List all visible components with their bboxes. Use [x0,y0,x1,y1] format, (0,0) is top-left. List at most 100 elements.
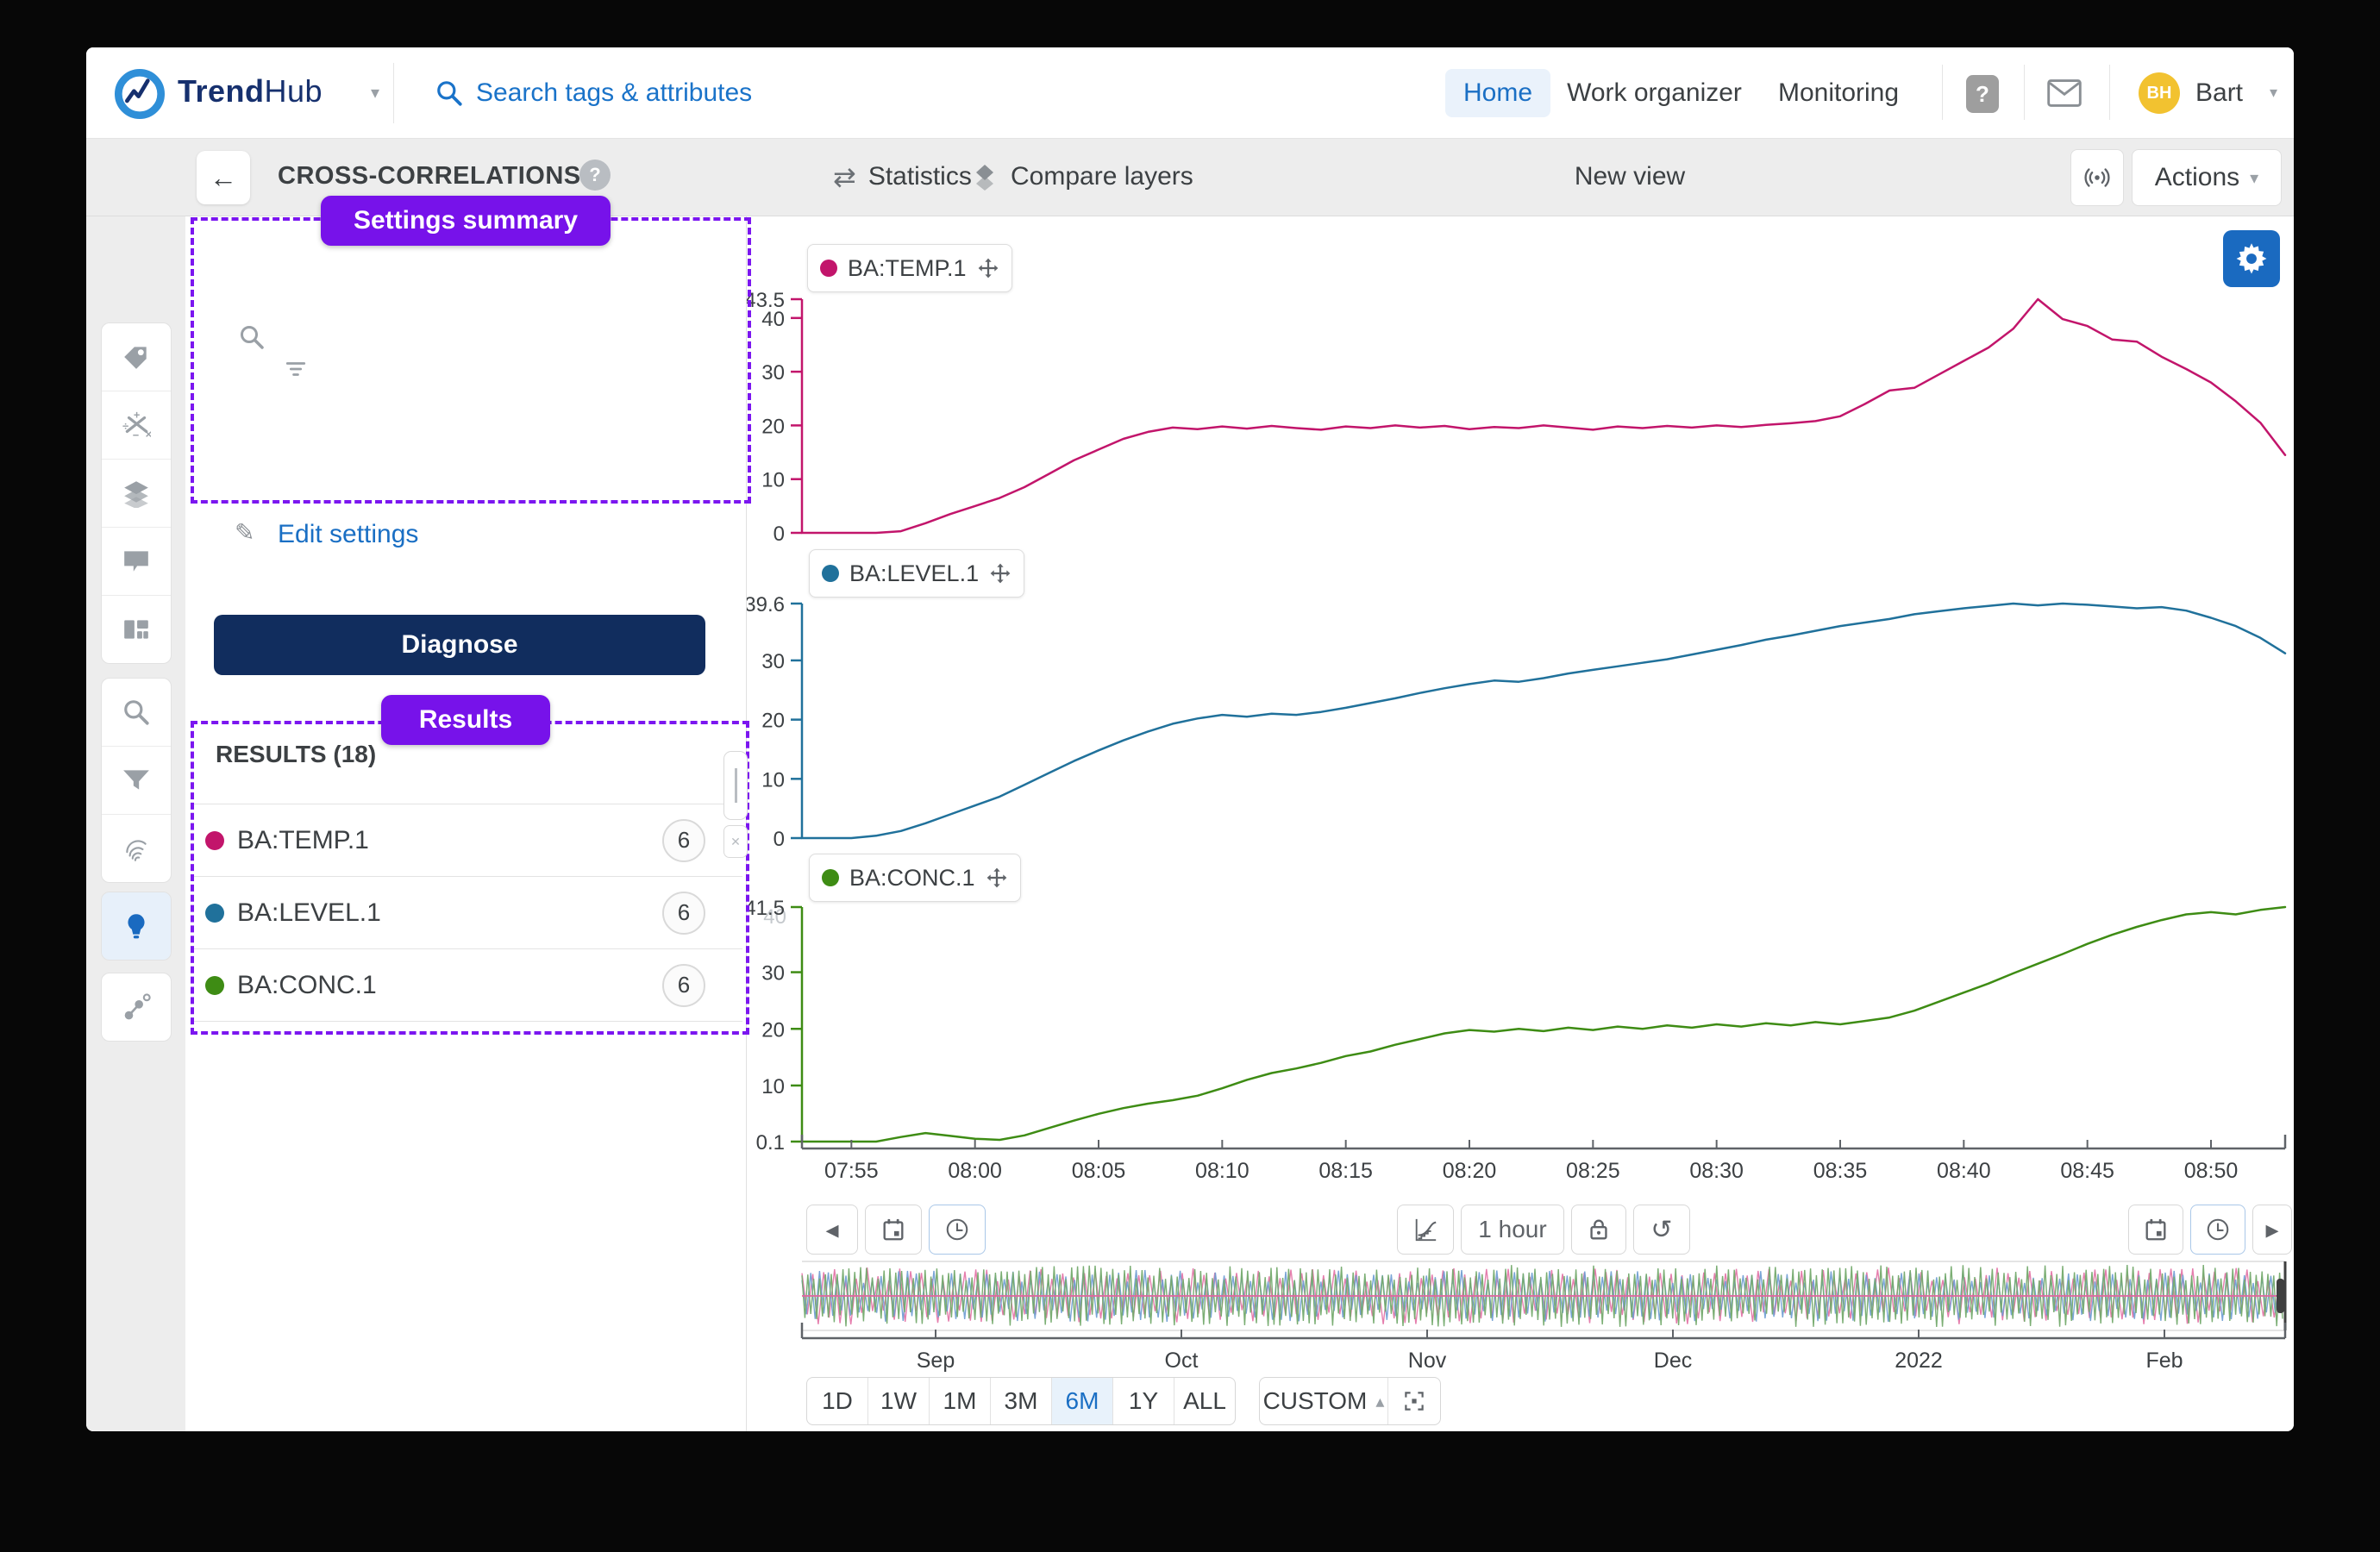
navbar-divider [2109,65,2110,120]
edit-settings-link[interactable]: Edit settings [278,520,418,549]
navbar-divider [2024,65,2025,120]
move-icon[interactable] [986,867,1008,889]
range-preset-3m[interactable]: 3M [990,1378,1051,1424]
sidebar-tool-math-operators[interactable]: +÷×− [102,391,171,459]
tag-chip-conc[interactable]: BA:CONC.1 [809,854,1021,902]
chart-settings-button[interactable] [2223,230,2280,287]
lock-range-button[interactable] [1571,1205,1626,1255]
svg-text:41.5: 41.5 [747,897,785,920]
user-name[interactable]: Bart [2195,78,2243,108]
fit-view-button[interactable] [1387,1378,1440,1424]
actions-dropdown[interactable]: Actions ▾ [2132,149,2282,206]
sidebar-tool-comment[interactable] [102,527,171,595]
panel-help-icon[interactable]: ? [579,160,611,191]
step-back-button[interactable]: ◂ [806,1205,858,1255]
svg-text:Oct: Oct [1165,1349,1199,1373]
mail-icon[interactable] [2045,78,2083,108]
svg-text:20: 20 [761,415,785,438]
calendar-end-button[interactable] [2128,1205,2183,1255]
history-button[interactable]: ↺ [1633,1205,1690,1255]
result-tag-name: BA:LEVEL.1 [237,898,381,928]
nav-tab-work-organizer[interactable]: Work organizer [1566,69,1743,117]
svg-text:08:15: 08:15 [1318,1159,1373,1183]
swap-arrows-icon: ⇄ [833,160,856,193]
time-end-button[interactable] [2190,1205,2245,1255]
result-row[interactable]: BA:CONC.16 [191,948,742,1021]
range-preset-1w[interactable]: 1W [867,1378,929,1424]
svg-text:20: 20 [761,710,785,733]
chevron-right-icon: ▸ [2265,1215,2278,1245]
graph-nodes-icon [122,992,151,1022]
history-icon: ↺ [1650,1215,1672,1245]
context-selection-handle[interactable] [2277,1279,2284,1313]
range-preset-1d[interactable]: 1D [807,1378,867,1424]
svg-text:39.6: 39.6 [747,593,785,616]
global-search-input[interactable]: Search tags & attributes [476,78,752,108]
diagnose-button[interactable]: Diagnose [214,615,705,675]
layers-diamond-icon [971,163,999,191]
dashboard-icon [122,615,151,644]
series-color-dot [822,869,839,886]
sidebar-tool-graph-nodes[interactable] [102,973,171,1041]
clock-icon [944,1217,970,1242]
workspace-caret-icon[interactable]: ▾ [371,82,379,103]
results-header: RESULTS (18) [216,741,376,768]
svg-text:30: 30 [761,962,785,986]
svg-text:20: 20 [761,1018,785,1042]
time-range-presets: 1D1W1M3M6M1YALL [806,1377,1236,1425]
chevron-left-icon: ◂ [825,1215,838,1245]
series-color-dot [820,260,837,277]
result-row[interactable]: BA:LEVEL.16 [191,876,742,948]
top-navbar: TrendHub ▾ Search tags & attributes Home… [86,47,2294,139]
tag-filter-icon [285,360,307,379]
duration-button[interactable]: 1 hour [1461,1205,1564,1255]
calendar-start-button[interactable] [865,1205,922,1255]
time-start-button[interactable] [929,1205,986,1255]
result-row[interactable]: BA:TEMP.16 [191,804,742,876]
sidebar-tool-filter[interactable] [102,746,171,814]
sidebar-tool-tag[interactable] [102,323,171,391]
calendar-icon [2143,1217,2169,1242]
result-count-badge: 6 [662,819,705,862]
svg-text:30: 30 [761,650,785,673]
svg-text:08:35: 08:35 [1813,1159,1868,1183]
user-avatar[interactable]: BH [2139,72,2180,114]
step-forward-button[interactable]: ▸ [2252,1205,2292,1255]
help-icon[interactable]: ? [1966,75,1999,113]
time-scale-group: 1 hour ↺ [1397,1205,1690,1255]
interpolation-button[interactable] [1397,1205,1454,1255]
tag-chip-level[interactable]: BA:LEVEL.1 [809,549,1024,598]
navbar-divider [1942,65,1943,120]
user-menu-caret-icon[interactable]: ▾ [2270,84,2277,102]
tag-chip-temp[interactable]: BA:TEMP.1 [807,244,1012,292]
panel-title: CROSS-CORRELATIONS [278,162,581,191]
range-preset-1m[interactable]: 1M [929,1378,990,1424]
range-preset-6m[interactable]: 6M [1051,1378,1112,1424]
back-button[interactable]: ← [197,151,250,204]
live-broadcast-button[interactable] [2070,149,2124,206]
sidebar-tool-search[interactable] [102,679,171,746]
nav-tab-home[interactable]: Home [1445,69,1550,117]
search-icon [435,78,464,108]
sidebar-tool-lightbulb[interactable] [102,892,171,960]
svg-text:10: 10 [761,1075,785,1098]
svg-text:08:45: 08:45 [2060,1159,2114,1183]
range-preset-1y[interactable]: 1Y [1112,1378,1174,1424]
view-title: New view [1500,138,1759,216]
compare-layers-button[interactable]: Compare layers [950,138,1214,216]
time-nav-left-group: ◂ [806,1205,986,1255]
sidebar-tool-fingerprint[interactable] [102,814,171,882]
svg-text:÷: ÷ [122,419,128,432]
sidebar-tool-layers[interactable] [102,459,171,527]
svg-text:+: + [134,410,140,422]
nav-tab-monitoring[interactable]: Monitoring [1769,69,1907,117]
svg-text:×: × [146,428,151,440]
result-count-badge: 6 [662,964,705,1007]
range-preset-all[interactable]: ALL [1174,1378,1235,1424]
panel-resize-handle[interactable] [723,751,748,820]
custom-range-button[interactable]: CUSTOM ▴ [1260,1378,1387,1424]
sidebar-tool-dashboard[interactable] [102,595,171,663]
move-icon[interactable] [977,257,999,279]
move-icon[interactable] [989,562,1012,585]
panel-collapse-button[interactable]: ✕ [723,825,748,858]
